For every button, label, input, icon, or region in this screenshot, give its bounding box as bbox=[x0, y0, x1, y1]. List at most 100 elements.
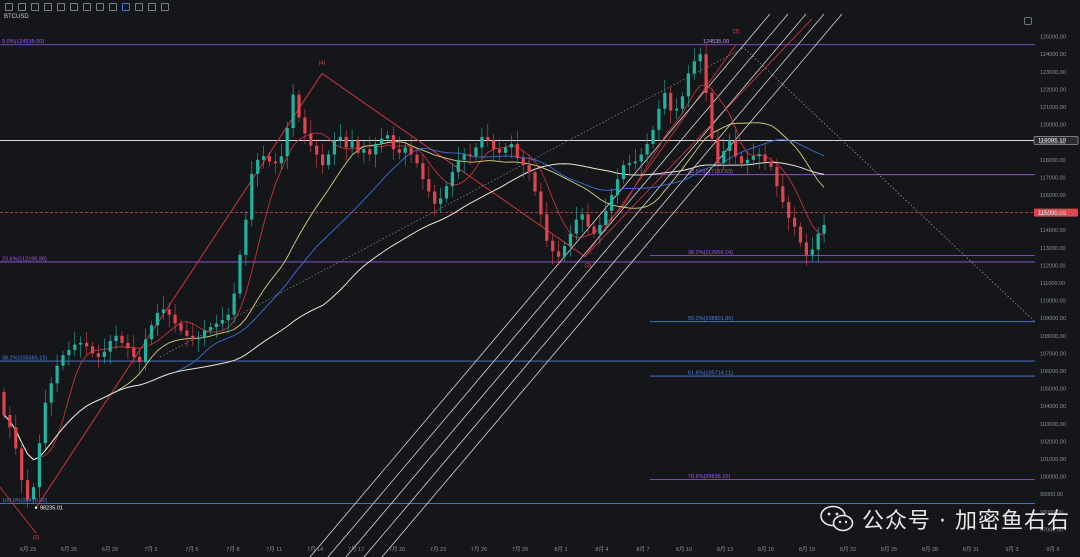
candle-body bbox=[739, 156, 744, 164]
candle-body bbox=[232, 293, 236, 315]
candles bbox=[2, 43, 826, 509]
price-tick-label: 110000.00 bbox=[1040, 299, 1066, 305]
candle-body bbox=[126, 342, 130, 349]
date-tick-label: 8月 28 bbox=[922, 546, 938, 553]
candle-body bbox=[580, 214, 584, 220]
date-tick-label: 8月 13 bbox=[717, 546, 733, 553]
zigzag-line bbox=[35, 44, 737, 508]
fib-retracement: 0.0%(124535.00)23.6%(117152.63)38.2%(112… bbox=[0, 39, 1035, 504]
candle-body bbox=[197, 337, 201, 340]
candle-body bbox=[781, 186, 785, 203]
channel-line bbox=[363, 13, 825, 557]
candle-body bbox=[380, 138, 384, 144]
candle-body bbox=[8, 415, 12, 428]
candle-body bbox=[551, 240, 555, 252]
candle-body bbox=[203, 330, 207, 338]
candle-body bbox=[114, 335, 118, 342]
candle-body bbox=[285, 128, 289, 157]
candle-body bbox=[344, 136, 348, 148]
candle-body bbox=[669, 92, 673, 111]
date-tick-label: 7月 11 bbox=[266, 546, 282, 553]
fib-level-label: 38.2%(112556.14) bbox=[688, 250, 733, 256]
candle-body bbox=[173, 314, 177, 324]
watermark-text: 公众号 · 加密鱼右右 bbox=[862, 509, 1070, 534]
date-tick-label: 8月 19 bbox=[799, 546, 815, 553]
candle-body bbox=[533, 172, 537, 192]
price-tick-label: 120000.00 bbox=[1040, 123, 1066, 129]
channel-line bbox=[345, 13, 807, 557]
candle-body bbox=[132, 348, 136, 357]
candle-body bbox=[521, 158, 525, 166]
candle-body bbox=[191, 335, 195, 340]
candle-body bbox=[403, 147, 407, 153]
candle-body bbox=[515, 143, 519, 159]
price-tick-label: 107000.00 bbox=[1040, 351, 1066, 357]
price-tick-label: 108000.00 bbox=[1040, 334, 1066, 340]
date-tick-label: 8月 16 bbox=[758, 546, 774, 553]
candle-body bbox=[450, 172, 454, 187]
price-tick-label: 122000.00 bbox=[1040, 87, 1066, 93]
price-chart[interactable]: 0.0%(124535.00)23.6%(117152.63)38.2%(112… bbox=[0, 0, 1080, 557]
candle-body bbox=[586, 214, 590, 227]
candle-body bbox=[598, 224, 602, 234]
date-tick-label: 6月 23 bbox=[20, 546, 36, 553]
fib-level-label: 78.6%(99835.15) bbox=[688, 474, 730, 480]
candle-body bbox=[769, 161, 773, 167]
candle-body bbox=[686, 73, 690, 97]
candle-body bbox=[220, 319, 224, 324]
candle-body bbox=[574, 219, 578, 234]
candle-body bbox=[43, 402, 47, 444]
candle-body bbox=[2, 392, 6, 416]
candle-body bbox=[73, 344, 77, 350]
candle-body bbox=[562, 246, 567, 257]
candle-body bbox=[545, 214, 549, 241]
candle-body bbox=[610, 194, 614, 211]
price-tick-label: 125000.00 bbox=[1040, 35, 1066, 41]
candle-body bbox=[751, 156, 755, 160]
candle-body bbox=[804, 242, 808, 255]
candle-body bbox=[816, 233, 820, 250]
date-tick-label: 7月 5 bbox=[185, 546, 198, 553]
candle-body bbox=[763, 154, 767, 162]
candle-body bbox=[244, 219, 248, 255]
price-tick-label: 118000.00 bbox=[1040, 158, 1066, 164]
price-tick-label: 103000.00 bbox=[1040, 422, 1066, 428]
candle-body bbox=[185, 330, 189, 336]
date-tick-label: 6月 29 bbox=[102, 546, 118, 553]
candle-body bbox=[226, 314, 230, 320]
price-tick-label: 112000.00 bbox=[1040, 263, 1066, 269]
candle-body bbox=[61, 355, 65, 366]
wedge-up bbox=[584, 18, 813, 257]
candle-body bbox=[208, 327, 213, 331]
date-tick-label: 7月 2 bbox=[144, 546, 157, 553]
moving-averages bbox=[3, 84, 825, 461]
date-tick-label: 6月 26 bbox=[61, 546, 77, 553]
date-tick-label: 7月 23 bbox=[430, 546, 446, 553]
candle-body bbox=[273, 161, 277, 164]
price-tick-label: 114000.00 bbox=[1040, 228, 1066, 234]
chart-labels: 115000.00119095.1898235.01124535.00(2)(4… bbox=[33, 29, 1079, 541]
price-tick-label: 109000.00 bbox=[1040, 316, 1066, 322]
wave-label: (4) bbox=[319, 61, 326, 67]
drawing-layer bbox=[0, 13, 1036, 557]
candle-body bbox=[49, 383, 53, 403]
candle-body bbox=[409, 147, 413, 155]
candle-body bbox=[692, 61, 696, 74]
candle-body bbox=[503, 147, 508, 153]
candle-body bbox=[639, 154, 643, 162]
fib-level-label: 61.8%(105714.11) bbox=[688, 371, 733, 377]
candle-body bbox=[439, 198, 443, 204]
candle-body bbox=[26, 480, 30, 500]
candle-body bbox=[90, 346, 95, 354]
candle-body bbox=[262, 156, 266, 160]
candle-body bbox=[793, 217, 797, 227]
candle-body bbox=[557, 251, 561, 257]
candle-body bbox=[810, 249, 814, 255]
candle-body bbox=[321, 154, 325, 166]
candle-body bbox=[675, 108, 679, 111]
date-tick-label: 7月 17 bbox=[348, 546, 364, 553]
candle-body bbox=[492, 140, 496, 150]
moving-average-line bbox=[3, 161, 825, 461]
candle-body bbox=[256, 159, 260, 174]
candle-body bbox=[309, 133, 313, 146]
